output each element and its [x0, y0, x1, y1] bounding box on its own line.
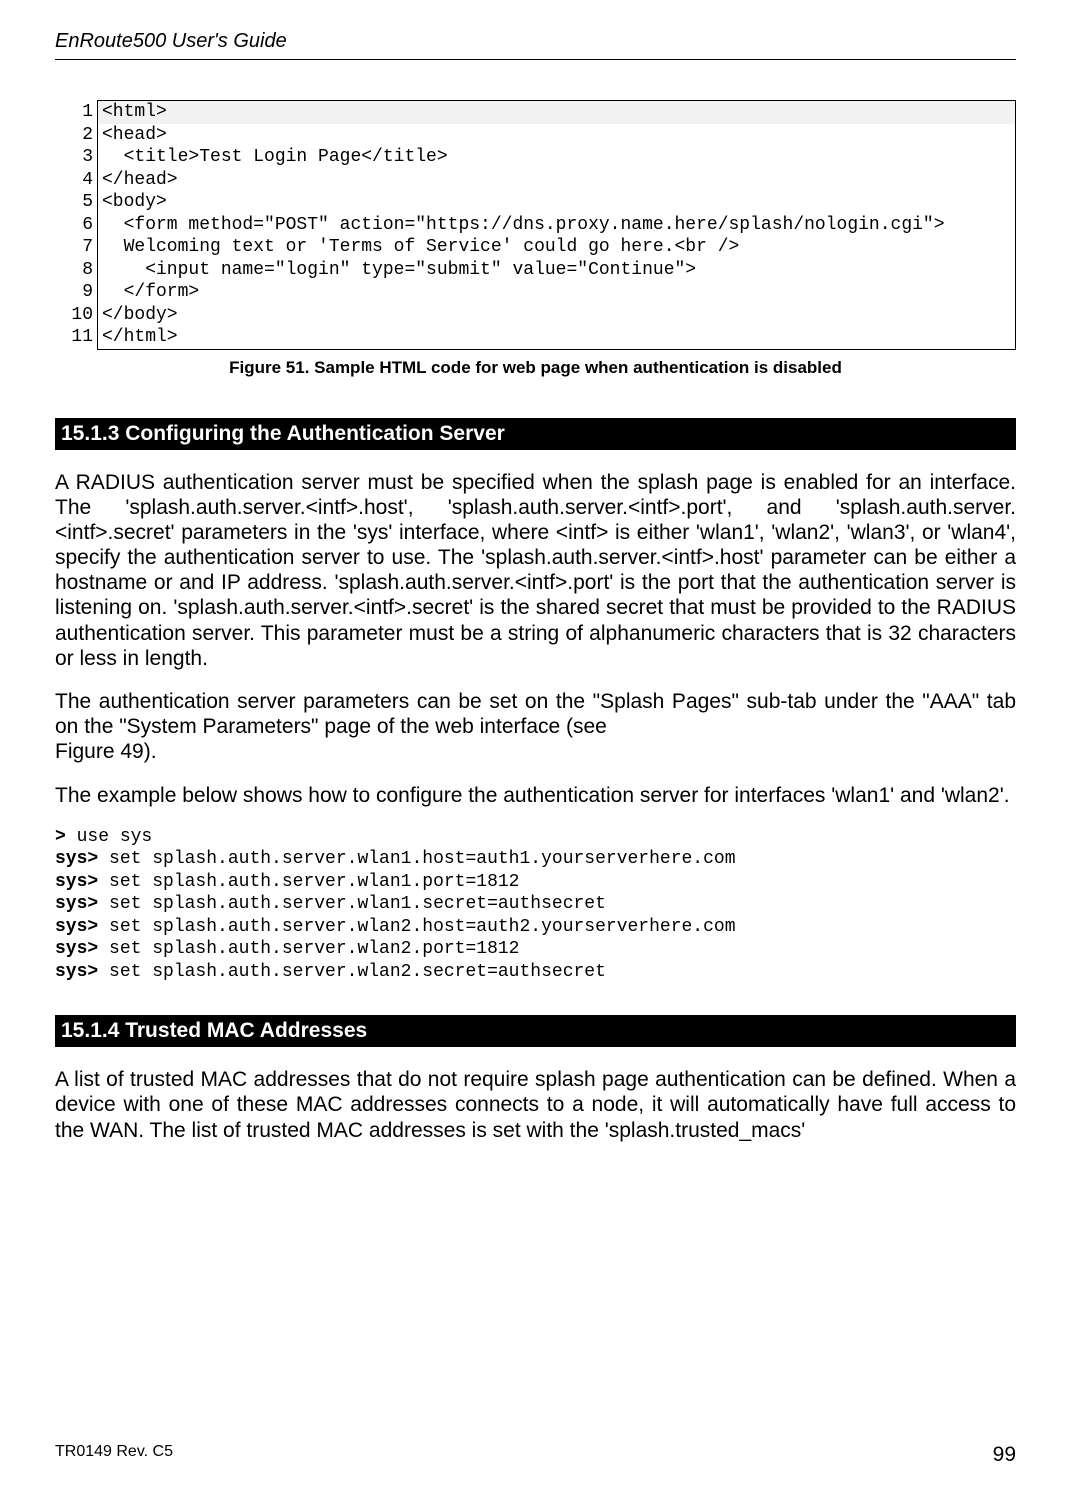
footer-page-number: 99	[993, 1443, 1016, 1467]
code-line: <html>	[98, 101, 1016, 124]
code-line-number: 9	[55, 281, 98, 304]
cli-command: set splash.auth.server.wlan1.secret=auth…	[109, 894, 606, 914]
cli-example: > use sys sys> set splash.auth.server.wl…	[55, 826, 1016, 984]
cli-prompt: sys>	[55, 917, 109, 937]
section-heading-trusted-mac: 15.1.4 Trusted MAC Addresses	[55, 1015, 1016, 1047]
code-line-number: 6	[55, 214, 98, 237]
code-line-number: 11	[55, 326, 98, 349]
code-line: </body>	[98, 304, 1016, 327]
cli-prompt: >	[55, 827, 77, 847]
code-line: <form method="POST" action="https://dns.…	[98, 214, 1016, 237]
cli-prompt: sys>	[55, 962, 109, 982]
code-line: <title>Test Login Page</title>	[98, 146, 1016, 169]
paragraph: A RADIUS authentication server must be s…	[55, 470, 1016, 672]
paragraph: A list of trusted MAC addresses that do …	[55, 1067, 1016, 1143]
code-line: <body>	[98, 191, 1016, 214]
doc-header-title: EnRoute500 User's Guide	[55, 30, 1016, 53]
code-line-number: 8	[55, 259, 98, 282]
code-line: <input name="login" type="submit" value=…	[98, 259, 1016, 282]
code-line: <head>	[98, 124, 1016, 147]
code-line-number: 1	[55, 101, 98, 124]
code-line-number: 4	[55, 169, 98, 192]
code-line: </html>	[98, 326, 1016, 349]
paragraph: Figure 49).	[55, 739, 1016, 764]
figure-caption: Figure 51. Sample HTML code for web page…	[55, 358, 1016, 378]
code-line: Welcoming text or 'Terms of Service' cou…	[98, 236, 1016, 259]
header-rule	[55, 59, 1016, 60]
code-line-number: 5	[55, 191, 98, 214]
cli-command: set splash.auth.server.wlan2.port=1812	[109, 939, 519, 959]
code-listing: 1<html>2<head>3 <title>Test Login Page</…	[55, 100, 1016, 350]
page-footer: TR0149 Rev. C5 99	[55, 1443, 1016, 1467]
paragraph: The authentication server parameters can…	[55, 689, 1016, 739]
page: EnRoute500 User's Guide 1<html>2<head>3 …	[0, 0, 1071, 1497]
cli-prompt: sys>	[55, 939, 109, 959]
cli-command: set splash.auth.server.wlan2.host=auth2.…	[109, 917, 736, 937]
code-line: </head>	[98, 169, 1016, 192]
cli-prompt: sys>	[55, 872, 109, 892]
cli-prompt: sys>	[55, 894, 109, 914]
code-line: </form>	[98, 281, 1016, 304]
footer-revision: TR0149 Rev. C5	[55, 1443, 173, 1467]
cli-command: set splash.auth.server.wlan1.host=auth1.…	[109, 849, 736, 869]
code-line-number: 7	[55, 236, 98, 259]
code-line-number: 10	[55, 304, 98, 327]
cli-command: set splash.auth.server.wlan1.port=1812	[109, 872, 519, 892]
paragraph: The example below shows how to configure…	[55, 783, 1016, 808]
cli-command: use sys	[77, 827, 153, 847]
cli-command: set splash.auth.server.wlan2.secret=auth…	[109, 962, 606, 982]
section-heading-auth-server: 15.1.3 Configuring the Authentication Se…	[55, 418, 1016, 450]
cli-prompt: sys>	[55, 849, 109, 869]
code-line-number: 3	[55, 146, 98, 169]
code-line-number: 2	[55, 124, 98, 147]
